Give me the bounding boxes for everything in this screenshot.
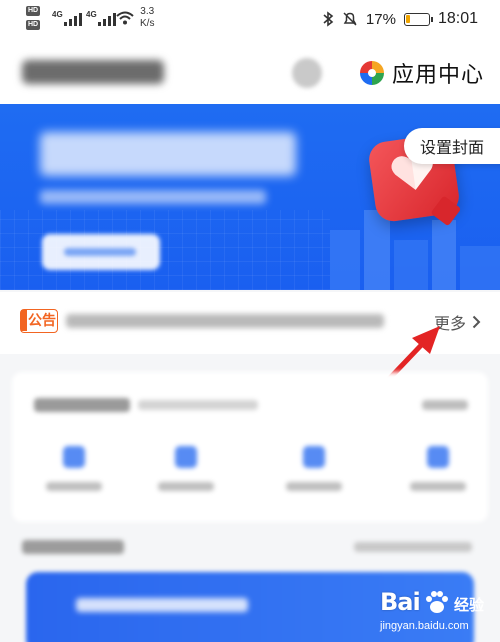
app-center-logo-icon xyxy=(360,61,384,85)
battery-icon xyxy=(403,12,433,26)
status-bar: HD HD 4G 4G 3.3 K/s 17% 18:01 xyxy=(0,0,500,38)
battery-fill xyxy=(405,14,410,23)
notice-badge: 公告 xyxy=(20,309,58,333)
shortcut-icon xyxy=(63,446,85,468)
watermark-brand-cn: 经验 xyxy=(454,597,485,614)
card-shortcut[interactable] xyxy=(146,446,226,491)
promo-text-blurred xyxy=(76,598,248,612)
signal-icon xyxy=(64,12,82,26)
network-speed: 3.3 K/s xyxy=(140,6,154,30)
hd-badge: HD xyxy=(26,6,40,16)
card-action-blurred[interactable] xyxy=(422,400,468,410)
management-card-blurred[interactable] xyxy=(12,372,488,522)
battery-percent: 17% xyxy=(365,10,396,28)
banner-title-blurred xyxy=(40,132,296,176)
workspace-name-blurred[interactable] xyxy=(22,60,164,84)
shortcut-label-blurred xyxy=(158,482,214,491)
card-shortcut[interactable] xyxy=(398,446,478,491)
watermark-brand: Bai xyxy=(380,588,421,616)
network-type-label: 4G xyxy=(86,10,97,19)
shortcut-icon xyxy=(175,446,197,468)
notice-text-blurred[interactable] xyxy=(66,314,384,328)
banner-action-label-blurred xyxy=(64,248,136,256)
network-type-label: 4G xyxy=(52,10,63,19)
set-cover-button[interactable]: 设置封面 xyxy=(404,128,500,164)
clock: 18:01 xyxy=(437,10,478,27)
banner-subtitle-blurred xyxy=(40,190,266,204)
card-subtitle-blurred xyxy=(138,400,258,410)
card-title-blurred xyxy=(34,398,130,412)
baidu-jingyan-watermark: Bai 经验 jingyan.baidu.com xyxy=(380,586,496,638)
signal-icon xyxy=(98,12,116,26)
app-center-button[interactable]: 应用中心 xyxy=(358,58,484,88)
shortcut-icon xyxy=(303,446,325,468)
card-shortcut[interactable] xyxy=(274,446,354,491)
wifi-icon xyxy=(116,11,134,25)
shortcut-label-blurred xyxy=(286,482,342,491)
app-center-label: 应用中心 xyxy=(392,62,485,87)
top-header: 应用中心 xyxy=(0,38,500,104)
speed-unit: K/s xyxy=(140,18,155,29)
paw-icon xyxy=(426,591,448,613)
shortcut-label-blurred xyxy=(46,482,102,491)
mute-bell-icon xyxy=(343,12,357,26)
hd-badge: HD xyxy=(26,20,40,30)
shortcut-label-blurred xyxy=(410,482,466,491)
bluetooth-icon xyxy=(323,11,334,27)
chevron-right-icon xyxy=(472,315,481,329)
section-title-blurred[interactable] xyxy=(22,540,124,554)
card-shortcut[interactable] xyxy=(34,446,114,491)
avatar[interactable] xyxy=(292,58,322,88)
status-right: 17% 18:01 xyxy=(322,10,478,28)
speed-value: 3.3 xyxy=(140,6,155,17)
shortcut-icon xyxy=(427,446,449,468)
section-action-blurred[interactable] xyxy=(354,542,472,552)
notice-badge-label: 公告 xyxy=(28,312,56,328)
watermark-url: jingyan.baidu.com xyxy=(380,620,469,632)
